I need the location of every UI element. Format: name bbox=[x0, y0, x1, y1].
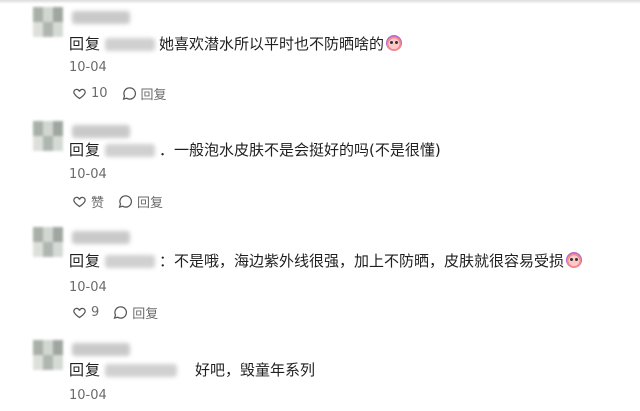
heart-icon bbox=[73, 196, 86, 207]
clown-face-emoji-icon bbox=[386, 35, 403, 51]
username-redacted[interactable] bbox=[72, 231, 130, 244]
reply-label: 回复 bbox=[132, 306, 159, 322]
comment-date: 10-04 bbox=[69, 60, 107, 75]
comment-actions: 9 回复 bbox=[72, 303, 172, 322]
comment-date: 10-04 bbox=[69, 388, 107, 403]
like-count: 赞 bbox=[91, 195, 105, 211]
comment-text: 好吧，毁童年系列 bbox=[195, 361, 316, 379]
username-redacted[interactable] bbox=[72, 11, 130, 24]
top-edge-shadow bbox=[0, 0, 640, 4]
comment-bubble-icon bbox=[113, 305, 128, 319]
comment-actions: 10 回复 bbox=[72, 84, 181, 103]
comment-text: ：不是哦，海边紫外线很强，加上不防晒，皮肤就很容易受损 bbox=[159, 252, 565, 270]
comment-body: 回复 她喜欢潜水所以平时也不防晒啥的 bbox=[69, 33, 403, 55]
reply-target-redacted[interactable] bbox=[105, 255, 156, 268]
comment-body: 回复 ．一般泡水皮肤不是会挺好的吗(不是很懂) bbox=[69, 139, 441, 161]
reply-button[interactable]: 回复 bbox=[113, 303, 158, 322]
comment-bubble-icon bbox=[118, 194, 133, 208]
reply-target-redacted[interactable] bbox=[105, 38, 156, 51]
reply-prefix: 回复 bbox=[69, 252, 102, 270]
comment-body: 回复 好吧，毁童年系列 bbox=[69, 359, 315, 381]
comment-text: ．一般泡水皮肤不是会挺好的吗(不是很懂) bbox=[159, 141, 441, 159]
reply-button[interactable]: 回复 bbox=[122, 84, 167, 103]
heart-icon bbox=[73, 88, 86, 99]
comment-body: 回复 ：不是哦，海边紫外线很强，加上不防晒，皮肤就很容易受损 bbox=[69, 250, 583, 272]
username-redacted[interactable] bbox=[72, 343, 130, 356]
comment-actions: 赞 回复 bbox=[72, 192, 177, 211]
comment-bubble-icon bbox=[122, 86, 136, 100]
like-count: 10 bbox=[91, 85, 108, 101]
avatar[interactable] bbox=[33, 7, 63, 37]
avatar[interactable] bbox=[33, 121, 63, 151]
reply-button[interactable]: 回复 bbox=[118, 192, 163, 211]
reply-label: 回复 bbox=[137, 195, 164, 211]
avatar[interactable] bbox=[33, 340, 63, 370]
comment-date: 10-04 bbox=[69, 280, 107, 295]
like-button[interactable]: 赞 bbox=[72, 192, 104, 211]
avatar[interactable] bbox=[33, 227, 63, 257]
like-count: 9 bbox=[91, 304, 100, 320]
username-redacted[interactable] bbox=[72, 125, 130, 138]
comment-text: 她喜欢潜水所以平时也不防晒啥的 bbox=[159, 35, 385, 53]
comment-date: 10-04 bbox=[69, 167, 107, 182]
reply-target-redacted[interactable] bbox=[105, 364, 178, 377]
reply-target-redacted[interactable] bbox=[105, 144, 156, 157]
heart-icon bbox=[73, 307, 86, 318]
reply-prefix: 回复 bbox=[69, 141, 102, 159]
reply-prefix: 回复 bbox=[69, 35, 102, 53]
like-button[interactable]: 9 bbox=[72, 305, 99, 320]
like-button[interactable]: 10 bbox=[72, 86, 108, 101]
reply-prefix: 回复 bbox=[69, 361, 102, 379]
reply-label: 回复 bbox=[140, 87, 167, 103]
clown-face-emoji-icon bbox=[566, 252, 583, 268]
